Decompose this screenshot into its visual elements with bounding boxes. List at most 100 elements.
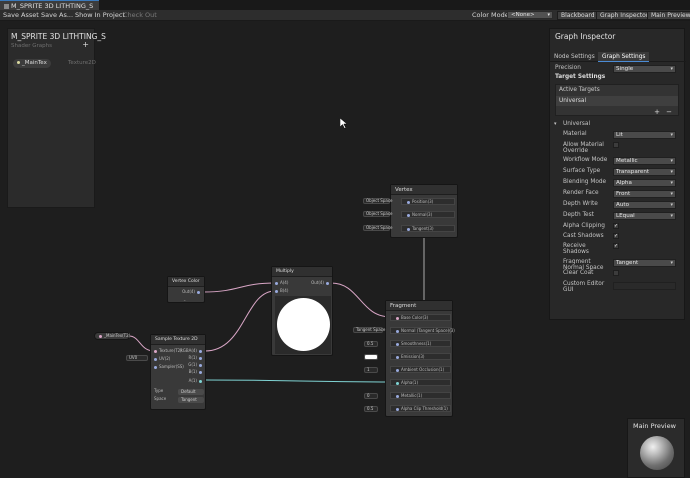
- fragment-node[interactable]: Fragment Base Color(3) Normal (Tangent S…: [385, 300, 455, 417]
- universal-section-title: Universal: [563, 121, 591, 127]
- setting-checkbox[interactable]: [613, 142, 619, 148]
- port-dot-icon: [99, 334, 102, 338]
- wire-vertexcolor-multiply: [202, 282, 276, 293]
- multiply-out[interactable]: Out(4): [311, 280, 331, 286]
- multiply-preview: [275, 296, 331, 354]
- setting-dropdown[interactable]: Auto ▾: [613, 201, 676, 209]
- port-dot-icon: [396, 407, 399, 411]
- setting-dropdown[interactable]: Front ▾: [613, 190, 676, 198]
- vertex-port-position[interactable]: Position(3): [401, 198, 455, 205]
- property-pill[interactable]: _MainTex: [13, 59, 51, 68]
- active-target-item[interactable]: Universal: [556, 96, 678, 106]
- sample-type-label: Type: [154, 388, 164, 393]
- fragment-port[interactable]: Emission(3): [390, 353, 451, 360]
- active-targets-label: Active Targets: [559, 87, 600, 93]
- setting-label: Clear Coat: [563, 270, 594, 276]
- setting-dropdown[interactable]: Lit ▾: [613, 131, 676, 139]
- multiply-in-a[interactable]: A(4): [273, 280, 288, 286]
- sample-in-sampler[interactable]: Sampler(SS): [152, 364, 184, 370]
- sample-out-g[interactable]: G(1): [188, 362, 204, 368]
- setting-dropdown[interactable]: Metallic ▾: [613, 157, 676, 165]
- add-target-icon[interactable]: +: [654, 109, 660, 116]
- sample-in-uv[interactable]: UV(2): [152, 356, 170, 362]
- port-dot-icon: [154, 357, 157, 361]
- vertex-port-normal[interactable]: Normal(3): [401, 211, 455, 218]
- setting-text-field[interactable]: [613, 282, 676, 290]
- chevron-down-icon: ▾: [670, 66, 673, 72]
- chevron-down-icon: ▾: [670, 169, 673, 175]
- mouse-cursor-icon: [340, 118, 348, 129]
- emission-color-slot[interactable]: [364, 354, 378, 360]
- sample-space-dropdown[interactable]: Tangent: [178, 397, 204, 403]
- tab-graph-settings[interactable]: Graph Settings: [598, 52, 650, 62]
- setting-checkbox[interactable]: ✓: [613, 223, 619, 229]
- tab-node-settings[interactable]: Node Settings: [550, 52, 599, 62]
- fragment-port[interactable]: Metallic(1): [390, 392, 451, 399]
- sample-type-dropdown[interactable]: Default: [178, 389, 204, 395]
- fragment-title: Fragment: [386, 301, 452, 311]
- port-dot-icon: [396, 329, 399, 333]
- add-property-icon[interactable]: +: [82, 40, 89, 49]
- setting-checkbox[interactable]: [613, 270, 619, 276]
- fragment-value-slot[interactable]: 0: [364, 393, 378, 399]
- fragment-value-slot[interactable]: 0.5: [364, 341, 378, 347]
- vertex-port-tangent[interactable]: Tangent(3): [401, 225, 455, 232]
- setting-dropdown[interactable]: Tangent ▾: [613, 259, 676, 267]
- multiply-in-b[interactable]: B(4): [273, 288, 288, 294]
- preview-sphere[interactable]: [640, 436, 674, 470]
- port-dot-icon: [154, 349, 157, 353]
- vertex-node[interactable]: Vertex Position(3) Normal(3) Tangent(3): [390, 184, 458, 238]
- fragment-value-slot[interactable]: 1: [364, 367, 378, 373]
- fragment-port[interactable]: Alpha Clip Threshold(1): [390, 405, 451, 412]
- vertex-node-title: Vertex: [391, 185, 457, 195]
- fragment-port[interactable]: Smoothness(1): [390, 340, 451, 347]
- active-targets-list: Active Targets Universal + −: [555, 84, 679, 116]
- uv-slot[interactable]: UV0: [126, 355, 148, 361]
- setting-checkbox[interactable]: ✓: [613, 243, 619, 249]
- sample-out-b[interactable]: B(1): [189, 369, 204, 375]
- sample-texture-node[interactable]: Sample Texture 2D Texture(T2) UV(2) Samp…: [150, 334, 206, 410]
- sample-out-rgba[interactable]: RGBA(4): [180, 348, 204, 354]
- setting-dropdown[interactable]: LEqual ▾: [613, 212, 676, 220]
- setting-checkbox[interactable]: ✓: [613, 233, 619, 239]
- chevron-down-icon: ▾: [670, 132, 673, 138]
- precision-label: Precision: [555, 65, 581, 71]
- vertex-color-out[interactable]: Out(4): [182, 289, 202, 295]
- fragment-port[interactable]: Base Color(3): [390, 314, 451, 321]
- remove-target-icon[interactable]: −: [666, 109, 672, 116]
- main-preview-title: Main Preview: [633, 422, 676, 430]
- fragment-port[interactable]: Alpha(1): [390, 379, 451, 386]
- inspector-tabs: Node Settings Graph Settings: [550, 52, 686, 62]
- setting-label: Surface Type: [563, 168, 601, 174]
- port-dot-icon: [199, 356, 202, 360]
- fragment-port[interactable]: Ambient Occlusion(1): [390, 366, 451, 373]
- vertex-color-title: Vertex Color: [168, 277, 204, 287]
- setting-label: Render Face: [563, 190, 599, 196]
- vertex-space-slot[interactable]: Object Space: [363, 225, 393, 231]
- vertex-color-node[interactable]: Vertex Color Out(4) ⌄: [167, 276, 205, 303]
- vertex-space-slot[interactable]: Object Space: [363, 198, 393, 204]
- port-dot-icon: [199, 363, 202, 367]
- sample-out-r[interactable]: R(1): [189, 355, 204, 361]
- chevron-down-icon: ▾: [670, 191, 673, 197]
- sample-in-texture[interactable]: Texture(T2): [152, 348, 182, 354]
- setting-label: Allow Material Override: [563, 142, 604, 154]
- vertex-space-slot[interactable]: Object Space: [363, 211, 393, 217]
- fragment-value-slot[interactable]: 0.5: [364, 406, 378, 412]
- setting-dropdown[interactable]: Alpha ▾: [613, 179, 676, 187]
- maintex-property-node[interactable]: _MainTex(T2): [94, 332, 130, 340]
- fragment-port[interactable]: Normal (Tangent Space)(3): [390, 327, 455, 334]
- sample-out-a[interactable]: A(1): [189, 378, 204, 384]
- setting-label: Workflow Mode: [563, 157, 608, 163]
- precision-dropdown[interactable]: Single ▾: [613, 65, 676, 73]
- tangent-space-slot[interactable]: Tangent Space: [353, 327, 385, 333]
- port-dot-icon: [407, 200, 410, 204]
- setting-label: Cast Shadows: [563, 233, 604, 239]
- setting-label: Depth Test: [563, 212, 594, 218]
- multiply-node[interactable]: Multiply A(4) B(4) Out(4): [271, 266, 333, 356]
- chevron-down-icon: ▾: [670, 202, 673, 208]
- setting-dropdown[interactable]: Transparent ▾: [613, 168, 676, 176]
- setting-label: Material: [563, 131, 587, 137]
- collapse-icon[interactable]: ⌄: [183, 297, 186, 303]
- setting-label: Alpha Clipping: [563, 223, 605, 229]
